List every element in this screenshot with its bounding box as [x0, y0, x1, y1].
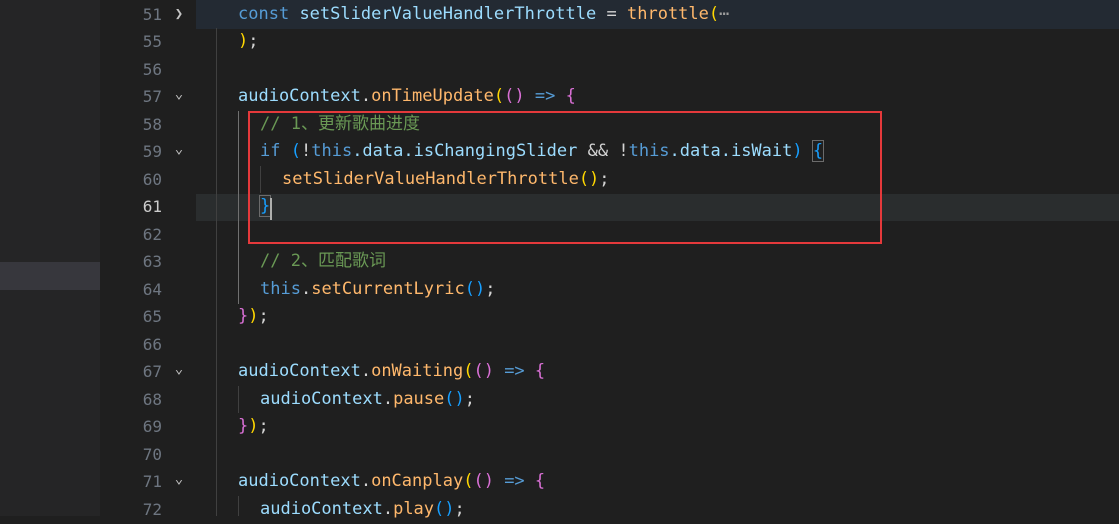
explorer-sidebar	[0, 0, 100, 516]
semicolon: ;	[454, 499, 465, 519]
identifier: audioContext	[238, 471, 361, 491]
method-name: setCurrentLyric	[311, 279, 465, 299]
line-number: 51	[142, 5, 162, 24]
indent-guide	[238, 386, 239, 413]
chevron-right-icon[interactable]: ❯	[170, 1, 188, 29]
code-line: audioContext.onCanplay(() => {	[238, 468, 545, 496]
folded-ellipsis-icon[interactable]: ⋯	[719, 4, 729, 24]
operator: =	[606, 4, 617, 24]
line-number: 68	[142, 390, 162, 409]
code-line: this.setCurrentLyric();	[260, 276, 495, 304]
line-number: 62	[142, 225, 162, 244]
line-number: 55	[142, 32, 162, 51]
dot: .	[382, 389, 394, 409]
code-line: audioContext.onWaiting(() => {	[238, 358, 545, 386]
chevron-down-icon[interactable]: ⌄	[170, 356, 188, 384]
dot: .	[360, 361, 372, 381]
bracket: ()	[504, 86, 525, 106]
bracket: {	[534, 471, 546, 491]
indent-guide	[238, 496, 239, 516]
indent-guide-active	[238, 111, 239, 304]
bracket: ()	[464, 279, 486, 299]
method-name: onCanplay	[371, 471, 464, 491]
line-number: 65	[142, 307, 162, 326]
identifier: audioContext	[260, 389, 383, 409]
bracket: (	[463, 471, 474, 491]
code-line: // 2、匹配歌词	[260, 248, 386, 276]
code-line: );	[238, 28, 259, 56]
code-line: audioContext.pause();	[260, 386, 475, 414]
code-line: audioContext.play();	[260, 496, 465, 524]
line-number: 69	[142, 417, 162, 436]
semicolon: ;	[485, 279, 496, 299]
code-line: const setSliderValueHandlerThrottle = th…	[238, 1, 729, 29]
bracket: (	[708, 4, 720, 24]
semicolon: ;	[258, 416, 269, 436]
explorer-selected-row[interactable]	[0, 262, 100, 290]
line-number-gutter: 51 ❯ 55 56 57 ⌄ 58 59 ⌄ 60 61 62 63 64 6…	[100, 0, 196, 519]
line-number: 71	[142, 472, 162, 491]
function-name: throttle	[627, 4, 709, 24]
line-number-active: 61	[142, 197, 162, 216]
arrow: =>	[534, 86, 556, 106]
line-number: 57	[142, 87, 162, 106]
keyword: const	[238, 4, 290, 24]
identifier: audioContext	[238, 86, 361, 106]
semicolon: ;	[258, 306, 269, 326]
chevron-down-icon[interactable]: ⌄	[170, 136, 188, 164]
code-line: });	[238, 303, 269, 331]
line-number: 72	[142, 500, 162, 519]
bracket: )	[248, 416, 259, 436]
method-name: onWaiting	[371, 361, 464, 381]
keyword: this	[260, 279, 301, 299]
bracket: {	[534, 361, 546, 381]
dot: .	[360, 86, 372, 106]
bracket: ()	[434, 499, 455, 519]
identifier: setSliderValueHandlerThrottle	[299, 4, 597, 24]
line-number: 64	[142, 280, 162, 299]
arrow: =>	[504, 471, 525, 491]
code-editor[interactable]: const setSliderValueHandlerThrottle = th…	[196, 0, 1119, 519]
code-line: });	[238, 413, 269, 441]
comment: // 2、匹配歌词	[260, 251, 386, 271]
dot: .	[360, 471, 372, 491]
dot: .	[382, 499, 394, 519]
bracket: ()	[473, 471, 494, 491]
indent-guide	[216, 28, 217, 516]
bracket: }	[238, 306, 249, 326]
bracket: )	[238, 31, 249, 51]
semicolon: ;	[464, 389, 475, 409]
line-number: 60	[142, 170, 162, 189]
bracket: }	[238, 416, 249, 436]
bracket: )	[248, 306, 259, 326]
line-number: 56	[142, 60, 162, 79]
line-number: 66	[142, 335, 162, 354]
identifier: audioContext	[260, 499, 383, 519]
chevron-down-icon[interactable]: ⌄	[170, 466, 188, 494]
line-number: 67	[142, 362, 162, 381]
code-line: audioContext.onTimeUpdate(() => {	[238, 83, 576, 111]
bracket: ()	[473, 361, 494, 381]
semicolon: ;	[248, 31, 259, 51]
line-number: 70	[142, 445, 162, 464]
dot: .	[300, 279, 312, 299]
line-number: 59	[142, 142, 162, 161]
annotation-highlight-box	[248, 111, 882, 244]
method-name: play	[393, 499, 435, 519]
bracket: {	[565, 86, 576, 106]
bracket: (	[463, 361, 474, 381]
method-name: pause	[393, 389, 445, 409]
arrow: =>	[504, 361, 525, 381]
bracket: (	[493, 86, 505, 106]
identifier: audioContext	[238, 361, 361, 381]
line-number: 63	[142, 252, 162, 271]
method-name: onTimeUpdate	[371, 86, 494, 106]
bracket: ()	[444, 389, 465, 409]
line-number: 58	[142, 115, 162, 134]
chevron-down-icon[interactable]: ⌄	[170, 81, 188, 109]
